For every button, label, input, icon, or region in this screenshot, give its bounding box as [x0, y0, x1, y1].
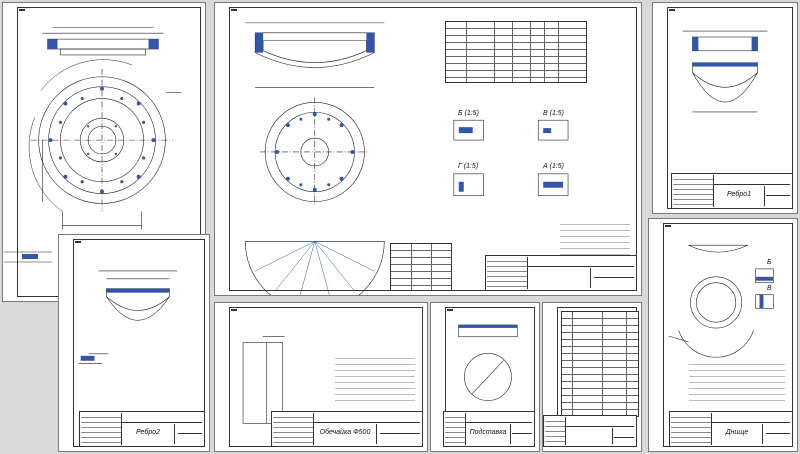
- sheet-3[interactable]: Ребро1: [652, 2, 798, 214]
- title-block: Днище: [669, 411, 793, 447]
- section-label: Г (1:5): [458, 163, 479, 170]
- tech-notes: [689, 359, 785, 401]
- title-block: [485, 255, 637, 291]
- spec-list: [561, 311, 639, 417]
- sheet-1-detail: [2, 242, 58, 282]
- title-block: Ребро1: [671, 173, 793, 209]
- section-label: В (1:5): [543, 110, 565, 117]
- title-block: Подставка: [443, 411, 535, 447]
- values-table: [390, 243, 452, 291]
- title-block: Ребро2: [79, 411, 205, 447]
- view-label: Б: [767, 259, 772, 266]
- sheet-8[interactable]: Б В Днище: [648, 218, 798, 452]
- title-block: Обечайка Ф500: [271, 411, 423, 447]
- sheet-2[interactable]: Б (1:5) В (1:5) Г (1:5) А (1:5): [214, 2, 642, 296]
- tech-notes: [560, 219, 630, 259]
- title-block: [543, 415, 637, 447]
- section-label: А (1:5): [543, 163, 565, 170]
- sheet-4[interactable]: Ребро2: [58, 234, 210, 452]
- spec-table: [445, 21, 587, 83]
- sheet-7[interactable]: [542, 302, 642, 452]
- view-label: В: [767, 285, 772, 292]
- section-label: Б (1:5): [458, 110, 479, 117]
- sheet-5[interactable]: Обечайка Ф500: [214, 302, 428, 452]
- sheet-6[interactable]: Подставка: [430, 302, 540, 452]
- tech-notes: [335, 353, 415, 403]
